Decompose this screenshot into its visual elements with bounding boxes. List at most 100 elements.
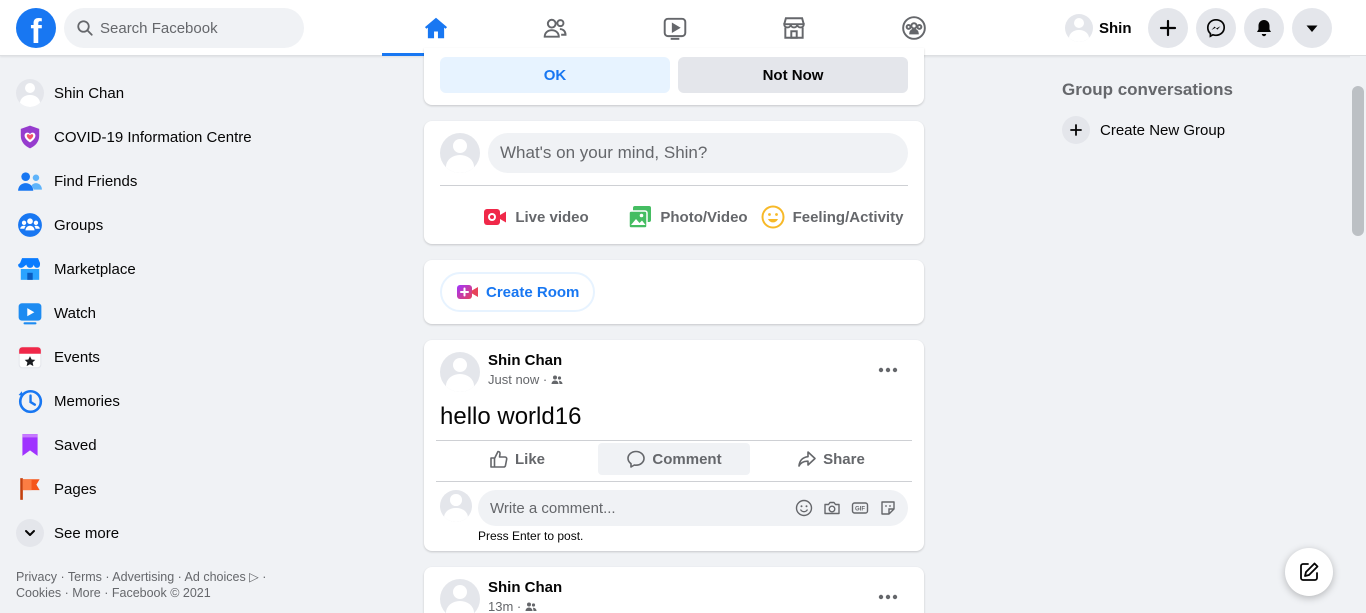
smiley-icon xyxy=(761,205,785,229)
avatar[interactable] xyxy=(440,352,480,392)
sidebar-item-label: Watch xyxy=(54,304,96,322)
camera-button[interactable] xyxy=(818,498,846,518)
chevron-down-icon xyxy=(25,530,35,536)
post-time[interactable]: Just now · xyxy=(488,372,547,387)
like-label: Like xyxy=(514,450,545,468)
not-now-button[interactable]: Not Now xyxy=(678,57,908,93)
facebook-logo[interactable]: f xyxy=(16,8,56,48)
live-video-icon xyxy=(484,209,507,225)
messenger-button[interactable] xyxy=(1196,8,1236,48)
sidebar-item-profile[interactable]: Shin Chan xyxy=(8,71,308,115)
shop-icon xyxy=(18,258,41,280)
groups-icon xyxy=(901,16,926,40)
sidebar-item-label: See more xyxy=(54,524,120,542)
sidebar-item-label: Marketplace xyxy=(54,260,136,278)
divider xyxy=(436,440,912,441)
post-options-button[interactable] xyxy=(870,579,906,613)
sidebar-item-find-friends[interactable]: Find Friends xyxy=(8,159,308,203)
sidebar-item-marketplace[interactable]: Marketplace xyxy=(8,247,308,291)
share-arrow-icon xyxy=(798,451,816,467)
share-button[interactable]: Share xyxy=(755,443,907,475)
flag-icon xyxy=(20,478,40,500)
create-new-group-button[interactable]: Create New Group xyxy=(1056,112,1225,148)
search-box[interactable] xyxy=(64,8,304,48)
post-meta: 13m · xyxy=(488,599,537,613)
profile-name: Shin xyxy=(1099,19,1132,37)
search-icon xyxy=(77,20,93,36)
sticker-icon xyxy=(881,501,895,515)
sidebar-item-covid[interactable]: COVID-19 Information Centre xyxy=(8,115,308,159)
feeling-activity-button[interactable]: Feeling/Activity xyxy=(756,197,908,237)
sidebar-item-label: Pages xyxy=(54,480,97,498)
post-card: Shin Chan Just now · hello world16 Like … xyxy=(424,340,924,551)
new-message-button[interactable] xyxy=(1285,548,1333,596)
sidebar-item-memories[interactable]: Memories xyxy=(8,379,308,423)
feeling-activity-label: Feeling/Activity xyxy=(792,208,904,226)
gif-button[interactable]: GIF xyxy=(846,498,874,518)
more-dots-icon xyxy=(878,367,898,373)
emoji-button[interactable] xyxy=(790,498,818,518)
home-icon xyxy=(424,17,447,39)
sidebar-item-label: Events xyxy=(54,348,100,366)
live-video-button[interactable]: Live video xyxy=(460,197,612,237)
sticker-button[interactable] xyxy=(874,498,902,518)
profile-button[interactable]: Shin xyxy=(1062,10,1140,46)
rooms-card: Create Room xyxy=(424,260,924,324)
watch-play-icon xyxy=(663,17,686,40)
share-label: Share xyxy=(823,450,865,468)
post-time[interactable]: 13m · xyxy=(488,599,521,613)
avatar xyxy=(1065,14,1093,42)
sidebar-item-label: Saved xyxy=(54,436,97,454)
status-field[interactable] xyxy=(488,133,908,173)
sidebar-item-watch[interactable]: Watch xyxy=(8,291,308,335)
footer-line[interactable]: Cookies · More · Facebook © 2021 xyxy=(16,585,286,601)
sidebar-item-label: Shin Chan xyxy=(54,84,125,102)
video-plus-icon xyxy=(457,285,478,299)
notifications-button[interactable] xyxy=(1244,8,1284,48)
prompt-card: OK Not Now xyxy=(424,48,924,105)
sidebar-item-saved[interactable]: Saved xyxy=(8,423,308,467)
photo-video-button[interactable]: Photo/Video xyxy=(612,197,764,237)
shop-icon xyxy=(782,17,805,39)
sidebar-item-label: Find Friends xyxy=(54,172,138,190)
caret-down-icon xyxy=(1306,25,1318,32)
post-options-button[interactable] xyxy=(870,352,906,388)
sidebar-item-groups[interactable]: Groups xyxy=(8,203,308,247)
sidebar-item-events[interactable]: Events xyxy=(8,335,308,379)
avatar[interactable] xyxy=(440,579,480,613)
post-author[interactable]: Shin Chan xyxy=(488,352,562,369)
group-conversations-title: Group conversations xyxy=(1062,80,1233,99)
smiley-icon xyxy=(795,499,813,517)
search-input[interactable] xyxy=(100,8,296,48)
comment-box[interactable]: GIF xyxy=(478,490,908,526)
svg-text:GIF: GIF xyxy=(855,507,865,513)
calendar-star-icon xyxy=(18,346,42,369)
post-author[interactable]: Shin Chan xyxy=(488,579,562,596)
sidebar-item-see-more[interactable]: See more xyxy=(8,511,308,555)
clock-icon xyxy=(18,389,43,414)
sidebar-item-pages[interactable]: Pages xyxy=(8,467,308,511)
gif-icon: GIF xyxy=(851,502,869,514)
comment-input[interactable] xyxy=(490,490,780,526)
sidebar-item-label: Memories xyxy=(54,392,120,410)
like-button[interactable]: Like xyxy=(441,443,593,475)
comment-button[interactable]: Comment xyxy=(598,443,750,475)
create-room-label: Create Room xyxy=(486,283,580,301)
avatar xyxy=(16,79,44,107)
create-room-button[interactable]: Create Room xyxy=(440,272,596,312)
sidebar-item-label: COVID-19 Information Centre xyxy=(54,128,252,146)
sidebar-item-label: Groups xyxy=(54,216,104,234)
scrollbar-thumb[interactable] xyxy=(1352,86,1364,236)
post-card: Shin Chan 13m · xyxy=(424,567,924,613)
footer-links[interactable]: Privacy · Terms · Advertising · Ad choic… xyxy=(16,569,286,601)
footer-line[interactable]: Privacy · Terms · Advertising · Ad choic… xyxy=(16,569,286,585)
account-menu-button[interactable] xyxy=(1292,8,1332,48)
create-button[interactable] xyxy=(1148,8,1188,48)
comment-label: Comment xyxy=(652,450,722,468)
status-input[interactable] xyxy=(488,133,908,173)
friends-audience-icon xyxy=(525,602,537,611)
photo-video-label: Photo/Video xyxy=(660,208,748,226)
create-new-group-label: Create New Group xyxy=(1100,121,1226,139)
page-scrollbar[interactable] xyxy=(1350,56,1366,613)
ok-button[interactable]: OK xyxy=(440,57,670,93)
